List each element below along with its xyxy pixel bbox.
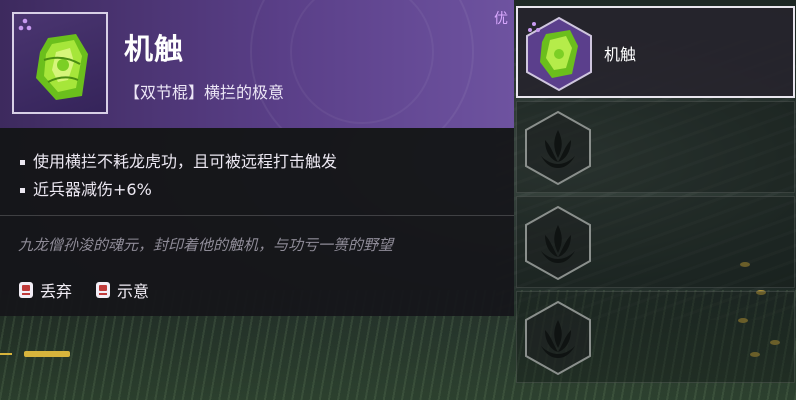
item-detail-header: 机触 【双节棍】横拦的极意 优 <box>0 0 514 128</box>
relic-icon <box>36 34 88 100</box>
effect-text: 使用横拦不耗龙虎功，且可被远程打击触发 <box>33 152 338 171</box>
lotus-emblem-icon <box>525 205 591 281</box>
relic-slot-2[interactable] <box>516 101 795 193</box>
relic-slot-1[interactable]: 机触 <box>516 6 795 98</box>
discard-button[interactable]: 丢弃 <box>18 278 72 302</box>
bullet-icon <box>20 160 25 165</box>
item-subtitle: 【双节棍】横拦的极意 <box>124 83 285 102</box>
item-portrait-frame <box>12 12 108 114</box>
relic-slot-3[interactable] <box>516 196 795 288</box>
slot-name: 机触 <box>604 45 637 64</box>
lotus-emblem-icon <box>525 300 591 376</box>
effect-line: 使用横拦不耗龙虎功，且可被远程打击触发 <box>20 148 337 172</box>
rarity-icon <box>528 22 540 32</box>
weapon-hint-bar <box>24 351 70 357</box>
bullet-icon <box>20 188 25 193</box>
show-label: 示意 <box>117 282 150 301</box>
show-button[interactable]: 示意 <box>95 278 149 302</box>
discard-label: 丢弃 <box>40 282 73 301</box>
item-detail-panel: 机触 【双节棍】横拦的极意 优 使用横拦不耗龙虎功，且可被远程打击触发 近兵器减… <box>0 0 514 316</box>
item-lore: 九龙僧孙浚的魂元，封印着他的触机，与功亏一篑的野望 <box>18 236 394 254</box>
lotus-emblem-icon <box>525 110 591 186</box>
section-divider <box>0 215 514 216</box>
rarity-icon <box>18 18 32 31</box>
item-detail-body: 使用横拦不耗龙虎功，且可被远程打击触发 近兵器减伤+6% 九龙僧孙浚的魂元，封印… <box>0 128 514 316</box>
weapon-hint-tick <box>0 353 12 355</box>
effect-line: 近兵器减伤+6% <box>20 176 152 200</box>
item-name: 机触 <box>124 32 185 66</box>
effect-text: 近兵器减伤+6% <box>33 180 152 199</box>
relic-slot-4[interactable] <box>516 291 795 383</box>
relic-icon <box>526 16 592 92</box>
quality-badge: 优 <box>494 11 508 27</box>
keycap-icon <box>19 282 33 298</box>
keycap-icon <box>96 282 110 298</box>
